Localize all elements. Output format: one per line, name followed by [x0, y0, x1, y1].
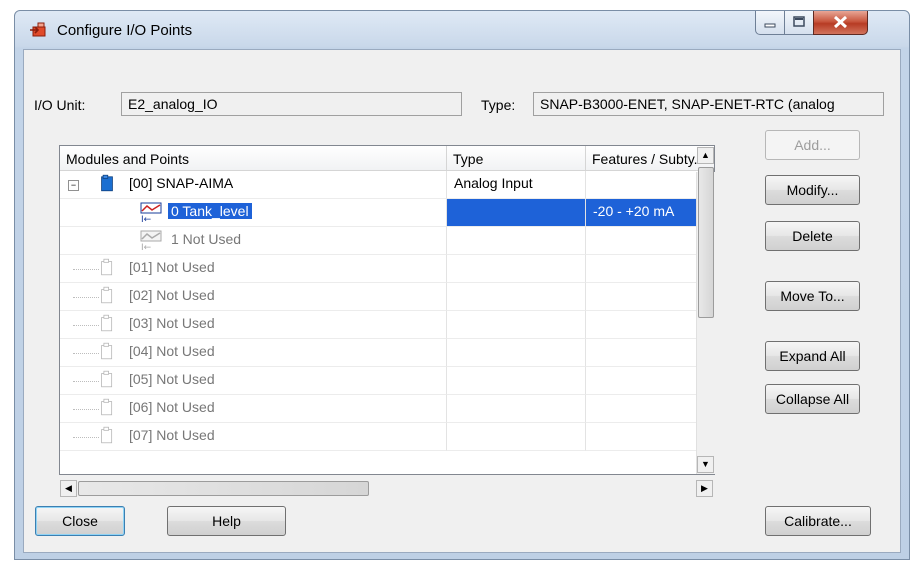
- scroll-down-button[interactable]: ▼: [697, 456, 714, 473]
- window-title: Configure I/O Points: [57, 22, 193, 39]
- title-bar[interactable]: Configure I/O Points: [15, 11, 909, 49]
- cell-name: [06] Not Used: [60, 395, 447, 423]
- table-row[interactable]: I← 1 Not Used: [60, 227, 714, 255]
- scroll-right-button[interactable]: ▶: [696, 480, 713, 497]
- module-name: [04] Not Used: [129, 343, 215, 359]
- dialog-window: Configure I/O Points I/O Unit: E2_analog…: [14, 10, 910, 560]
- cell-type: [447, 367, 586, 395]
- type-field: SNAP-B3000-ENET, SNAP-ENET-RTC (analog: [533, 92, 884, 116]
- table-row[interactable]: [05] Not Used: [60, 367, 714, 395]
- cell-type: [447, 227, 586, 255]
- analog-point-icon: I←: [140, 202, 162, 224]
- column-header-type[interactable]: Type: [447, 146, 586, 171]
- scroll-left-button[interactable]: ◀: [60, 480, 77, 497]
- maximize-button[interactable]: [784, 11, 814, 35]
- modify-button[interactable]: Modify...: [765, 175, 860, 205]
- tree-connector: [73, 437, 99, 438]
- column-header-features[interactable]: Features / Subty...: [586, 146, 714, 171]
- analog-point-icon: I←: [140, 230, 162, 252]
- module-icon: [101, 314, 113, 332]
- cell-type: Analog Input: [447, 171, 586, 199]
- svg-text:I←: I←: [141, 243, 152, 252]
- module-icon: [101, 370, 113, 388]
- tree-connector: [73, 269, 99, 270]
- table-row[interactable]: I← 0 Tank_level -20 - +20 mA: [60, 199, 714, 227]
- module-icon: [101, 258, 113, 276]
- close-button[interactable]: Close: [35, 506, 125, 536]
- module-name: [01] Not Used: [129, 259, 215, 275]
- cell-name: − [00] SNAP-AIMA: [60, 171, 447, 199]
- type-label: Type:: [481, 97, 516, 113]
- horizontal-scroll-thumb[interactable]: [78, 481, 369, 496]
- io-points-icon: [30, 22, 46, 37]
- column-header-modules[interactable]: Modules and Points: [60, 146, 447, 171]
- help-button[interactable]: Help: [167, 506, 286, 536]
- cell-name: I← 1 Not Used: [60, 227, 447, 255]
- dialog-body: I/O Unit: E2_analog_IO Type: SNAP-B3000-…: [23, 49, 901, 553]
- module-name: [03] Not Used: [129, 315, 215, 331]
- collapse-all-button[interactable]: Collapse All: [765, 384, 860, 414]
- tree-connector: [73, 297, 99, 298]
- module-name: [02] Not Used: [129, 287, 215, 303]
- delete-button[interactable]: Delete: [765, 221, 860, 251]
- cell-type: [447, 311, 586, 339]
- cell-type: [447, 199, 586, 227]
- module-name: [07] Not Used: [129, 427, 215, 443]
- cell-name: [02] Not Used: [60, 283, 447, 311]
- cell-type: [447, 395, 586, 423]
- cell-name: [07] Not Used: [60, 423, 447, 451]
- tree-connector: [73, 325, 99, 326]
- io-unit-field: E2_analog_IO: [121, 92, 462, 116]
- close-icon: [833, 15, 848, 29]
- io-unit-label: I/O Unit:: [34, 97, 86, 113]
- cell-type: [447, 423, 586, 451]
- vertical-scrollbar[interactable]: ▲ ▼: [696, 147, 715, 474]
- horizontal-scrollbar[interactable]: ◀ ▶: [60, 480, 715, 497]
- calibrate-button[interactable]: Calibrate...: [765, 506, 871, 536]
- close-window-button[interactable]: [813, 11, 868, 35]
- cell-name: [04] Not Used: [60, 339, 447, 367]
- cell-type: [447, 283, 586, 311]
- point-name: 1 Not Used: [171, 231, 242, 247]
- tree-connector: [73, 381, 99, 382]
- add-button[interactable]: Add...: [765, 130, 860, 160]
- svg-text:I←: I←: [141, 215, 152, 224]
- cell-type: [447, 339, 586, 367]
- table-row[interactable]: [01] Not Used: [60, 255, 714, 283]
- scroll-up-button[interactable]: ▲: [697, 147, 714, 164]
- module-icon: [101, 398, 113, 416]
- point-name: 0 Tank_level: [168, 203, 252, 219]
- table-row[interactable]: [03] Not Used: [60, 311, 714, 339]
- module-name: [00] SNAP-AIMA: [129, 175, 234, 191]
- module-name: [05] Not Used: [129, 371, 215, 387]
- minimize-icon: [764, 23, 776, 28]
- table-row[interactable]: − [00] SNAP-AIMA Analog Input: [60, 171, 714, 199]
- cell-name: [05] Not Used: [60, 367, 447, 395]
- minimize-button[interactable]: [755, 11, 785, 35]
- module-icon: [101, 174, 113, 192]
- tree-connector: [73, 353, 99, 354]
- table-row[interactable]: [04] Not Used: [60, 339, 714, 367]
- module-name: [06] Not Used: [129, 399, 215, 415]
- modules-points-tree[interactable]: Modules and Points Type Features / Subty…: [59, 145, 715, 475]
- tree-connector: [73, 409, 99, 410]
- module-icon: [101, 426, 113, 444]
- module-icon: [101, 342, 113, 360]
- cell-name: [03] Not Used: [60, 311, 447, 339]
- table-row[interactable]: [02] Not Used: [60, 283, 714, 311]
- table-row[interactable]: [06] Not Used: [60, 395, 714, 423]
- cell-name: [01] Not Used: [60, 255, 447, 283]
- move-to-button[interactable]: Move To...: [765, 281, 860, 311]
- table-row[interactable]: [07] Not Used: [60, 423, 714, 451]
- maximize-icon: [793, 16, 805, 27]
- expand-all-button[interactable]: Expand All: [765, 341, 860, 371]
- collapse-node-icon[interactable]: −: [68, 180, 79, 191]
- cell-type: [447, 255, 586, 283]
- cell-name: I← 0 Tank_level: [60, 199, 447, 227]
- vertical-scroll-thumb[interactable]: [698, 167, 714, 318]
- module-icon: [101, 286, 113, 304]
